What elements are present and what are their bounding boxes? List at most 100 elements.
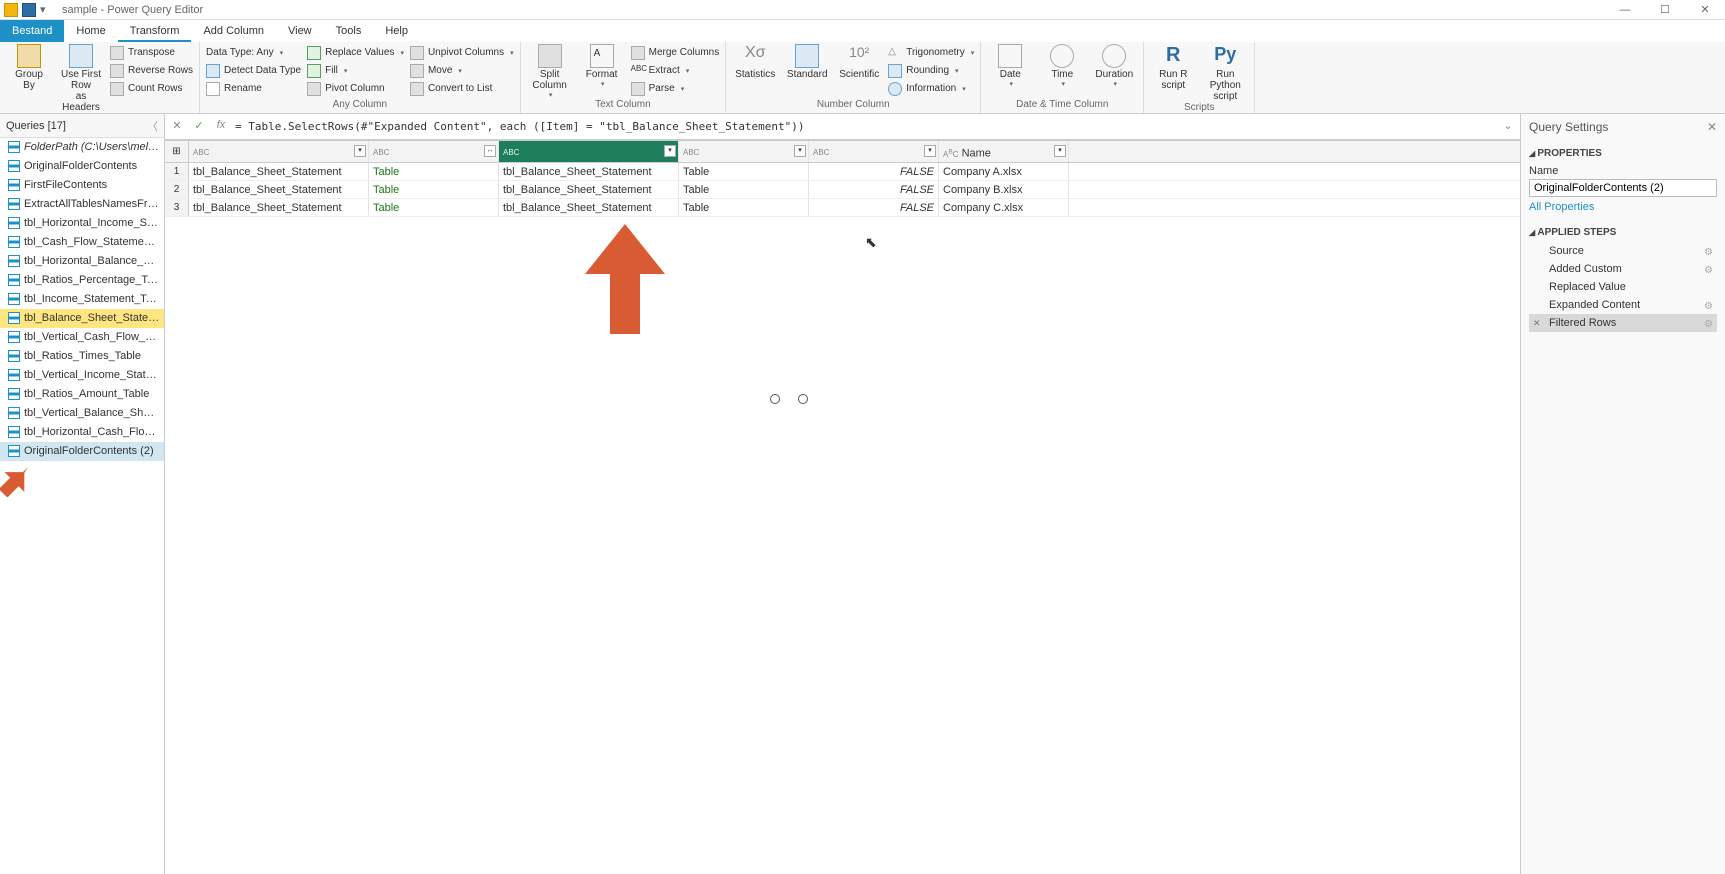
- time-button[interactable]: Time▾: [1039, 44, 1085, 88]
- tab-help[interactable]: Help: [373, 20, 420, 42]
- use-first-row-button[interactable]: Use First Row as Headers▾: [58, 44, 104, 121]
- filter-icon[interactable]: ▾: [924, 145, 936, 157]
- date-button[interactable]: Date▾: [987, 44, 1033, 88]
- run-python-script-button[interactable]: PyRun Python script: [1202, 44, 1248, 102]
- extract-button[interactable]: ABCExtract▾: [631, 62, 720, 79]
- collapse-queries-icon[interactable]: 〈: [147, 118, 158, 134]
- query-item[interactable]: tbl_Ratios_Times_Table: [0, 347, 164, 366]
- formula-input[interactable]: = Table.SelectRows(#"Expanded Content", …: [235, 120, 1494, 133]
- applied-step[interactable]: Filtered Rows⚙: [1529, 314, 1717, 332]
- cell[interactable]: Table: [679, 199, 809, 216]
- query-item[interactable]: FolderPath (C:\Users\melissa\...: [0, 138, 164, 157]
- rounding-button[interactable]: Rounding▾: [888, 62, 974, 79]
- cell[interactable]: tbl_Balance_Sheet_Statement: [499, 163, 679, 180]
- statistics-button[interactable]: XσStatistics: [732, 44, 778, 80]
- accept-formula-icon[interactable]: ✓: [191, 119, 207, 135]
- applied-step[interactable]: Expanded Content⚙: [1529, 296, 1717, 314]
- merge-columns-button[interactable]: Merge Columns: [631, 44, 720, 61]
- close-button[interactable]: ✕: [1685, 0, 1725, 20]
- cell[interactable]: Table: [679, 181, 809, 198]
- query-item[interactable]: tbl_Vertical_Cash_Flow_State...: [0, 328, 164, 347]
- cell[interactable]: Table: [679, 163, 809, 180]
- duration-button[interactable]: Duration▾: [1091, 44, 1137, 88]
- table-row[interactable]: 3tbl_Balance_Sheet_StatementTabletbl_Bal…: [165, 199, 1520, 217]
- query-name-input[interactable]: [1529, 179, 1717, 197]
- filter-icon[interactable]: ▾: [1054, 145, 1066, 157]
- cell[interactable]: tbl_Balance_Sheet_Statement: [499, 181, 679, 198]
- query-item[interactable]: tbl_Vertical_Balance_Sheet_Ta...: [0, 404, 164, 423]
- save-icon[interactable]: [22, 3, 36, 17]
- tab-bestand[interactable]: Bestand: [0, 20, 64, 42]
- query-item[interactable]: tbl_Balance_Sheet_Statement...: [0, 309, 164, 328]
- query-item[interactable]: OriginalFolderContents (2): [0, 442, 164, 461]
- group-by-button[interactable]: Group By: [6, 44, 52, 91]
- applied-step[interactable]: Added Custom⚙: [1529, 260, 1717, 278]
- cell[interactable]: Table: [369, 199, 499, 216]
- transpose-button[interactable]: Transpose: [110, 44, 193, 61]
- query-item[interactable]: tbl_Vertical_Income_Stateme...: [0, 366, 164, 385]
- applied-step[interactable]: Replaced Value: [1529, 278, 1717, 296]
- fx-icon[interactable]: fx: [213, 119, 229, 135]
- count-rows-button[interactable]: Count Rows: [110, 80, 193, 97]
- tab-transform[interactable]: Transform: [118, 20, 192, 42]
- maximize-button[interactable]: ☐: [1645, 0, 1685, 20]
- unpivot-columns-button[interactable]: Unpivot Columns▾: [410, 44, 514, 61]
- replace-values-button[interactable]: Replace Values▾: [307, 44, 404, 61]
- cell[interactable]: Table: [369, 163, 499, 180]
- tab-add-column[interactable]: Add Column: [191, 20, 276, 42]
- tab-home[interactable]: Home: [64, 20, 117, 42]
- pivot-column-button[interactable]: Pivot Column: [307, 80, 404, 97]
- rename-button[interactable]: Rename: [206, 80, 301, 97]
- cell[interactable]: Company C.xlsx: [939, 199, 1069, 216]
- qat-dropdown[interactable]: ▾: [40, 3, 54, 17]
- query-item[interactable]: FirstFileContents: [0, 176, 164, 195]
- fill-button[interactable]: Fill▾: [307, 62, 404, 79]
- information-button[interactable]: Information▾: [888, 80, 974, 97]
- query-item[interactable]: tbl_Horizontal_Cash_Flow_Sta...: [0, 423, 164, 442]
- column-header-name1[interactable]: ABC123Name.1▾: [189, 141, 369, 162]
- query-item[interactable]: tbl_Ratios_Amount_Table: [0, 385, 164, 404]
- gear-icon[interactable]: ⚙: [1704, 316, 1713, 334]
- parse-button[interactable]: Parse▾: [631, 80, 720, 97]
- cell[interactable]: tbl_Balance_Sheet_Statement: [189, 199, 369, 216]
- data-type-dropdown[interactable]: Data Type: Any▾: [206, 44, 301, 61]
- close-settings-icon[interactable]: ✕: [1707, 120, 1717, 134]
- table-corner-icon[interactable]: ⊞: [165, 141, 189, 162]
- cell[interactable]: Table: [369, 181, 499, 198]
- scientific-button[interactable]: 10²Scientific: [836, 44, 882, 80]
- split-column-button[interactable]: Split Column▾: [527, 44, 573, 99]
- filter-icon[interactable]: ▾: [354, 145, 366, 157]
- query-item[interactable]: OriginalFolderContents: [0, 157, 164, 176]
- run-r-script-button[interactable]: RRun R script: [1150, 44, 1196, 91]
- table-row[interactable]: 1tbl_Balance_Sheet_StatementTabletbl_Bal…: [165, 163, 1520, 181]
- column-header-name[interactable]: ABCName▾: [939, 141, 1069, 162]
- all-properties-link[interactable]: All Properties: [1529, 201, 1717, 213]
- query-item[interactable]: ExtractAllTablesNamesFromFi...: [0, 195, 164, 214]
- minimize-button[interactable]: —: [1605, 0, 1645, 20]
- query-item[interactable]: tbl_Income_Statement_Table: [0, 290, 164, 309]
- format-button[interactable]: A Format▾: [579, 44, 625, 88]
- query-item[interactable]: tbl_Horizontal_Income_State...: [0, 214, 164, 233]
- cell[interactable]: tbl_Balance_Sheet_Statement: [499, 199, 679, 216]
- query-item[interactable]: tbl_Ratios_Percentage_Table: [0, 271, 164, 290]
- formula-expand-icon[interactable]: ⌄: [1500, 119, 1516, 135]
- query-item[interactable]: tbl_Cash_Flow_Statement_Ta...: [0, 233, 164, 252]
- tab-view[interactable]: View: [276, 20, 324, 42]
- trigonometry-button[interactable]: △Trigonometry▾: [888, 44, 974, 61]
- detect-data-type-button[interactable]: Detect Data Type: [206, 62, 301, 79]
- tab-tools[interactable]: Tools: [324, 20, 374, 42]
- cell[interactable]: Company A.xlsx: [939, 163, 1069, 180]
- standard-button[interactable]: Standard: [784, 44, 830, 80]
- table-row[interactable]: 2tbl_Balance_Sheet_StatementTabletbl_Bal…: [165, 181, 1520, 199]
- cancel-formula-icon[interactable]: ✕: [169, 119, 185, 135]
- cell[interactable]: FALSE: [809, 163, 939, 180]
- convert-to-list-button[interactable]: Convert to List: [410, 80, 514, 97]
- filter-icon[interactable]: ▾: [794, 145, 806, 157]
- expand-icon[interactable]: ↔: [484, 145, 496, 157]
- cell[interactable]: tbl_Balance_Sheet_Statement: [189, 181, 369, 198]
- reverse-rows-button[interactable]: Reverse Rows: [110, 62, 193, 79]
- column-header-kind[interactable]: ABC123Kind▾: [679, 141, 809, 162]
- cell[interactable]: FALSE: [809, 199, 939, 216]
- move-button[interactable]: Move▾: [410, 62, 514, 79]
- applied-step[interactable]: Source⚙: [1529, 242, 1717, 260]
